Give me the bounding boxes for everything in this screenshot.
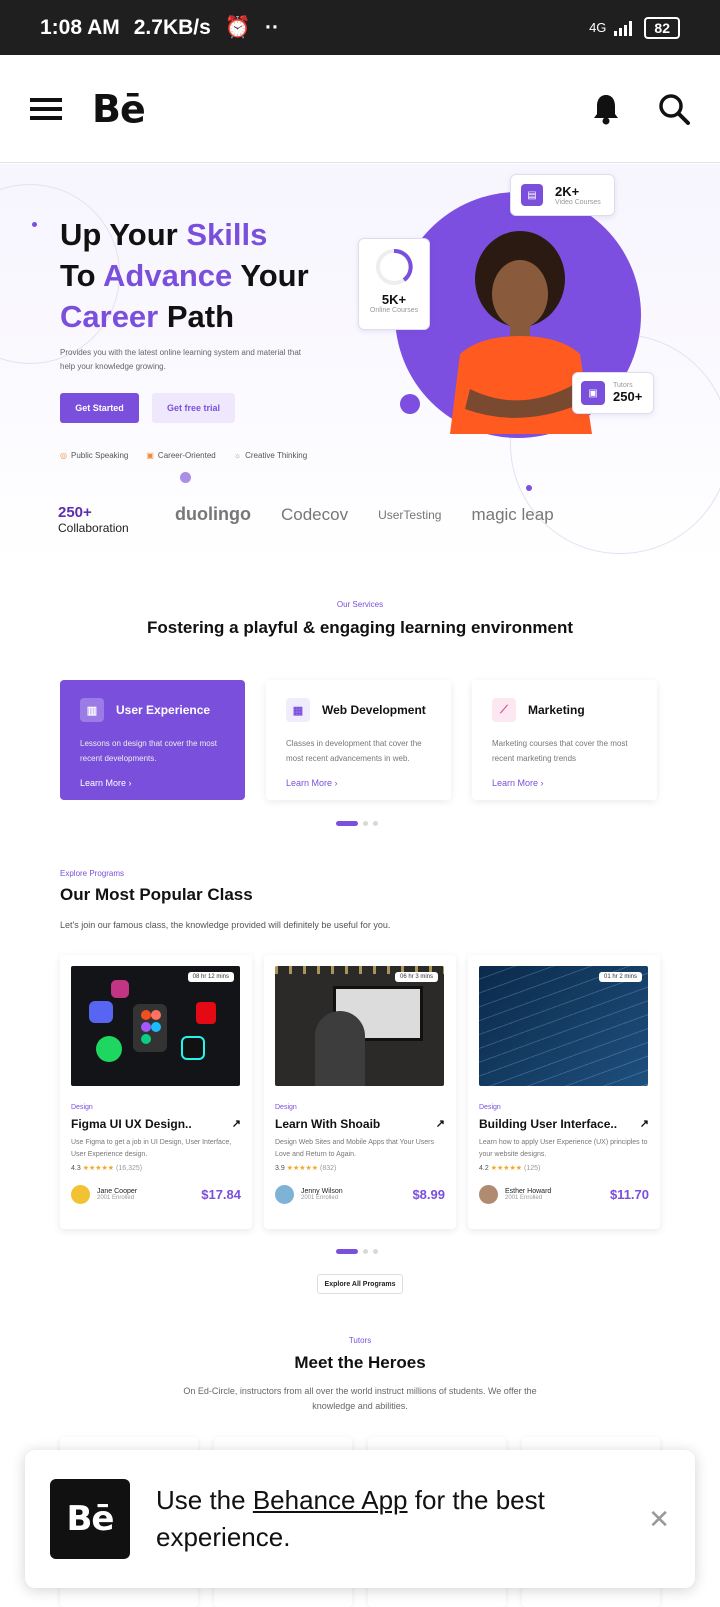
services-pagination[interactable] [336, 821, 378, 826]
page-dot [373, 821, 378, 826]
page-dot [363, 821, 368, 826]
hero-title: Up Your Skills To Advance Your Career Pa… [60, 217, 309, 334]
app-promo-banner: Bē Use the Behance App for the best expe… [25, 1450, 695, 1588]
app-header: Bē [0, 55, 720, 163]
feature-item: ◎ Public Speaking [60, 451, 129, 460]
speech-icon: ◎ [60, 451, 67, 460]
network-label: 4G [589, 20, 607, 35]
duration-badge: 06 hr 3 mins [394, 972, 438, 982]
learn-more-link[interactable]: Learn More › [286, 778, 431, 788]
learn-more-link[interactable]: Learn More › [80, 778, 225, 788]
codecov-logo: Codecov [280, 504, 349, 524]
rating: 4.2 ★★★★★ (125) [479, 1165, 541, 1172]
class-card[interactable]: 08 hr 12 mins Design Figma UI UX Design.… [60, 955, 252, 1229]
service-card-marketing[interactable]: ⟋ Marketing Marketing courses that cover … [472, 680, 657, 800]
services-title: Fostering a playful & engaging learning … [147, 618, 573, 637]
banner-text: Use the Behance App for the best experie… [156, 1485, 545, 1552]
video-courses-card: ▤ 2K+ Video Courses [510, 174, 615, 216]
partner-logos: duolingo Codecov UserTesting magic leap [175, 504, 554, 525]
usertesting-logo: UserTesting [378, 507, 442, 522]
briefcase-icon: ▣ [146, 451, 154, 460]
tutors-description: On Ed-Circle, instructors from all over … [183, 1386, 537, 1411]
class-thumbnail: 06 hr 3 mins [275, 966, 444, 1086]
class-thumbnail: 08 hr 12 mins [71, 966, 240, 1086]
behance-app-link[interactable]: Behance App [253, 1485, 408, 1515]
programs-description: Let's join our famous class, the knowled… [60, 920, 391, 930]
notification-bell-icon[interactable] [592, 93, 620, 125]
price: $8.99 [412, 1187, 445, 1202]
collaboration-stat: 250+ Collaboration [58, 504, 129, 535]
decor-dot [400, 394, 420, 414]
explore-all-programs-button[interactable]: Explore All Programs [317, 1274, 403, 1294]
free-trial-button[interactable]: Get free trial [152, 393, 235, 423]
tutors-title: Meet the Heroes [294, 1353, 426, 1372]
avatar [479, 1185, 498, 1204]
star-icon: ★★★★★ [82, 1165, 115, 1172]
duration-badge: 01 hr 2 mins [598, 972, 642, 982]
hero-section: Up Your Skills To Advance Your Career Pa… [0, 164, 720, 564]
alarm-icon: ⏰ [224, 15, 251, 39]
status-time: 1:08 AM [40, 15, 120, 39]
class-card[interactable]: 06 hr 3 mins Design Learn With Shoaib ↗ D… [264, 955, 456, 1229]
arrow-up-right-icon[interactable]: ↗ [436, 1117, 445, 1131]
price: $11.70 [609, 1187, 649, 1202]
page-dot [363, 1249, 368, 1254]
arrow-up-right-icon[interactable]: ↗ [640, 1117, 649, 1131]
online-courses-card: 5K+ Online Courses [358, 238, 430, 330]
magic-leap-logo: magic leap [471, 504, 554, 524]
programs-title: Our Most Popular Class [60, 885, 253, 904]
page-dot-active [336, 1249, 358, 1254]
programs-pagination[interactable] [336, 1249, 378, 1254]
decor-dot [526, 485, 532, 491]
video-icon: ▤ [521, 184, 543, 206]
progress-ring-icon [376, 249, 413, 285]
web-dev-icon: ▦ [286, 698, 310, 722]
class-thumbnail: 01 hr 2 mins [479, 966, 648, 1086]
programs-kicker: Explore Programs [60, 869, 125, 878]
lightbulb-icon: ☼ [233, 451, 242, 460]
status-bar: 1:08 AM 2.7KB/s ⏰ ·· 4G 82 [0, 0, 720, 55]
duolingo-logo: duolingo [175, 504, 251, 524]
close-icon[interactable]: ✕ [648, 1504, 670, 1535]
learn-more-link[interactable]: Learn More › [492, 778, 637, 788]
decor-dot [32, 222, 37, 227]
behance-app-logo: Bē [50, 1479, 130, 1559]
get-started-button[interactable]: Get Started [60, 393, 139, 423]
tutors-card: ▣ Tutors 250+ [572, 372, 654, 414]
star-icon: ★★★★★ [490, 1165, 523, 1172]
class-card[interactable]: 01 hr 2 mins Design Building User Interf… [468, 955, 660, 1229]
avatar [71, 1185, 90, 1204]
arrow-up-right-icon[interactable]: ↗ [232, 1117, 241, 1131]
chart-icon: ⟋ [492, 698, 516, 722]
hero-description: Provides you with the latest online lear… [60, 348, 302, 371]
signal-icon [614, 20, 633, 36]
feature-item: ▣ Career-Oriented [146, 451, 216, 460]
rating: 4.3 ★★★★★ (16,325) [71, 1165, 143, 1172]
person-shape [315, 1011, 365, 1086]
price: $17.84 [201, 1187, 241, 1202]
rating: 3.9 ★★★★★ (832) [275, 1165, 337, 1172]
page-dot-active [336, 821, 358, 826]
ux-icon: ▥ [80, 698, 104, 722]
feature-item: ☼ Creative Thinking [233, 451, 308, 460]
avatar [275, 1185, 294, 1204]
behance-logo[interactable]: Bē [92, 87, 146, 131]
decor-dot [180, 472, 191, 483]
notification-dots-icon: ·· [264, 15, 279, 39]
status-speed: 2.7KB/s [133, 15, 211, 39]
tutor-icon: ▣ [581, 381, 605, 405]
battery-icon: 82 [644, 16, 680, 39]
service-card-web-development[interactable]: ▦ Web Development Classes in development … [266, 680, 451, 800]
page-dot [373, 1249, 378, 1254]
search-icon[interactable] [658, 93, 690, 125]
services-kicker: Our Services [336, 600, 384, 609]
service-card-user-experience[interactable]: ▥ User Experience Lessons on design that … [60, 680, 245, 800]
duration-badge: 08 hr 12 mins [187, 972, 234, 982]
menu-icon[interactable] [30, 96, 62, 122]
tutors-kicker: Tutors [348, 1336, 372, 1345]
feature-list: ◎ Public Speaking ▣ Career-Oriented ☼ Creat… [60, 451, 307, 460]
star-icon: ★★★★★ [286, 1165, 319, 1172]
